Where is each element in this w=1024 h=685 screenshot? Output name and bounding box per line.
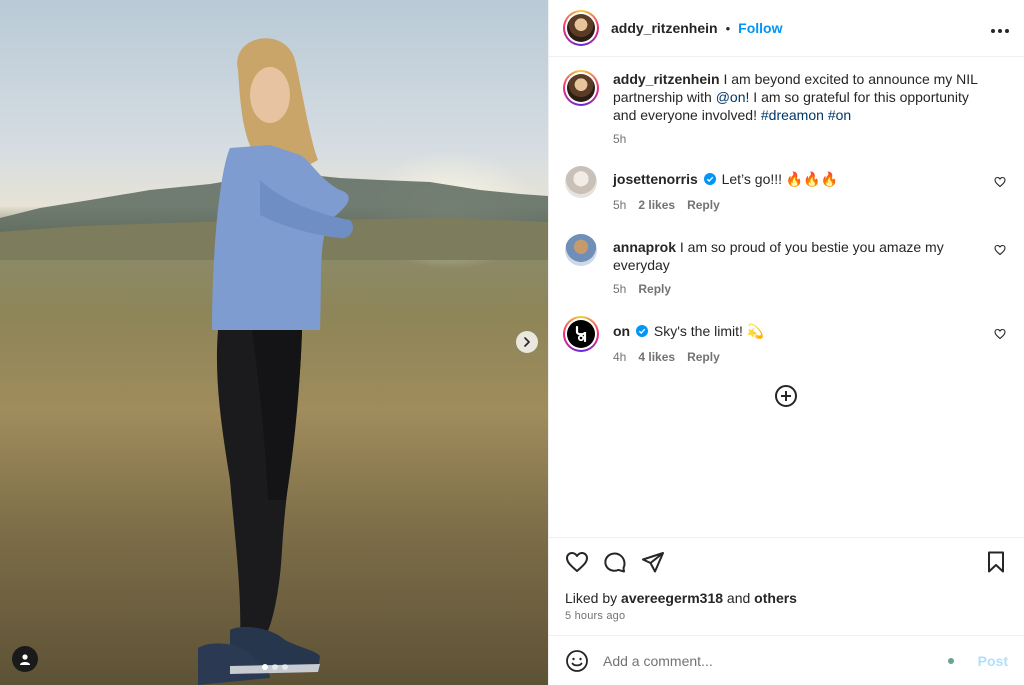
liked-by-user[interactable]: avereegerm318 xyxy=(621,590,723,606)
liked-by-and: and xyxy=(723,590,755,606)
verified-badge-icon xyxy=(636,325,648,337)
comment-like-icon[interactable] xyxy=(994,244,1006,256)
commenter-avatar[interactable] xyxy=(565,166,597,198)
comment-username[interactable]: annaprok xyxy=(613,239,676,255)
caption: addy_ritzenhein I am beyond excited to a… xyxy=(563,70,1008,146)
header-separator: • xyxy=(725,20,731,36)
status-dot xyxy=(947,657,954,664)
plus-circle-icon[interactable] xyxy=(774,384,798,408)
user-tag-icon xyxy=(20,654,30,665)
follow-button[interactable]: Follow xyxy=(738,20,782,36)
liked-by-prefix: Liked by xyxy=(565,590,622,606)
load-more-comments xyxy=(563,384,1008,408)
caption-username[interactable]: addy_ritzenhein xyxy=(613,71,720,87)
reply-button[interactable]: Reply xyxy=(687,198,720,212)
carousel-indicator xyxy=(262,664,288,670)
heart-icon[interactable] xyxy=(565,550,589,574)
comment-like-icon[interactable] xyxy=(994,328,1006,340)
commenter-avatar[interactable] xyxy=(563,316,599,352)
comment-username[interactable]: on xyxy=(613,323,630,339)
comment-item: josettenorris Let’s go!!! 🔥🔥🔥 5h 2 likes… xyxy=(563,164,1008,212)
author-avatar[interactable] xyxy=(563,10,599,46)
tagged-users-button[interactable] xyxy=(12,646,38,672)
reply-button[interactable]: Reply xyxy=(638,282,671,296)
comment-time: 4h xyxy=(613,350,627,364)
post-actions: Liked by avereegerm318 and others 5 hour… xyxy=(549,537,1024,622)
on-logo xyxy=(567,320,595,348)
comment-text: Let’s go!!! 🔥🔥🔥 xyxy=(721,171,839,187)
comments-list[interactable]: addy_ritzenhein I am beyond excited to a… xyxy=(549,58,1024,536)
chevron-right-icon xyxy=(524,337,530,347)
commenter-avatar[interactable] xyxy=(565,234,597,266)
carousel-dot xyxy=(262,664,268,670)
caption-author-avatar[interactable] xyxy=(563,70,599,106)
bookmark-icon[interactable] xyxy=(984,550,1008,574)
comment-icon[interactable] xyxy=(603,550,627,574)
post-header: addy_ritzenhein • Follow xyxy=(549,0,1024,57)
comment-text: Sky's the limit! 💫 xyxy=(653,323,765,339)
author-username[interactable]: addy_ritzenhein xyxy=(611,20,718,36)
hashtag-link[interactable]: #dreamon xyxy=(761,107,824,123)
comment-item: annaprok I am so proud of you bestie you… xyxy=(563,232,1008,296)
verified-badge-icon xyxy=(703,173,716,185)
comment-like-icon[interactable] xyxy=(994,176,1006,188)
comment-likes[interactable]: 4 likes xyxy=(638,350,675,364)
hashtag-link[interactable]: #on xyxy=(828,107,851,123)
athlete-figure xyxy=(198,38,353,685)
more-options-button[interactable] xyxy=(990,18,1010,39)
comment-input[interactable] xyxy=(603,652,948,669)
comment-time: 5h xyxy=(613,198,627,212)
carousel-dot xyxy=(282,664,288,670)
carousel-dot xyxy=(272,664,278,670)
post-comment-button[interactable]: Post xyxy=(978,653,1008,669)
more-horizontal-icon xyxy=(991,28,1009,33)
mention-link[interactable]: @on xyxy=(716,89,746,105)
comment-username[interactable]: josettenorris xyxy=(613,171,698,187)
send-icon[interactable] xyxy=(641,550,665,574)
post-details-panel: addy_ritzenhein • Follow addy_ritzenhein… xyxy=(548,0,1024,685)
caption-time: 5h xyxy=(613,132,627,146)
liked-by-others[interactable]: others xyxy=(754,590,797,606)
comment-item: on Sky's the limit! 💫 4h 4 likes Reply xyxy=(563,316,1008,364)
caption-text: addy_ritzenhein I am beyond excited to a… xyxy=(613,70,982,124)
comment-time: 5h xyxy=(613,282,627,296)
carousel-next-button[interactable] xyxy=(516,331,538,353)
add-comment-bar: Post xyxy=(549,635,1024,685)
post-photo[interactable] xyxy=(0,0,548,685)
post-timestamp[interactable]: 5 hours ago xyxy=(565,610,1008,622)
liked-by: Liked by avereegerm318 and others xyxy=(565,590,1008,606)
emoji-icon[interactable] xyxy=(565,649,589,673)
comment-likes[interactable]: 2 likes xyxy=(638,198,675,212)
reply-button[interactable]: Reply xyxy=(687,350,720,364)
